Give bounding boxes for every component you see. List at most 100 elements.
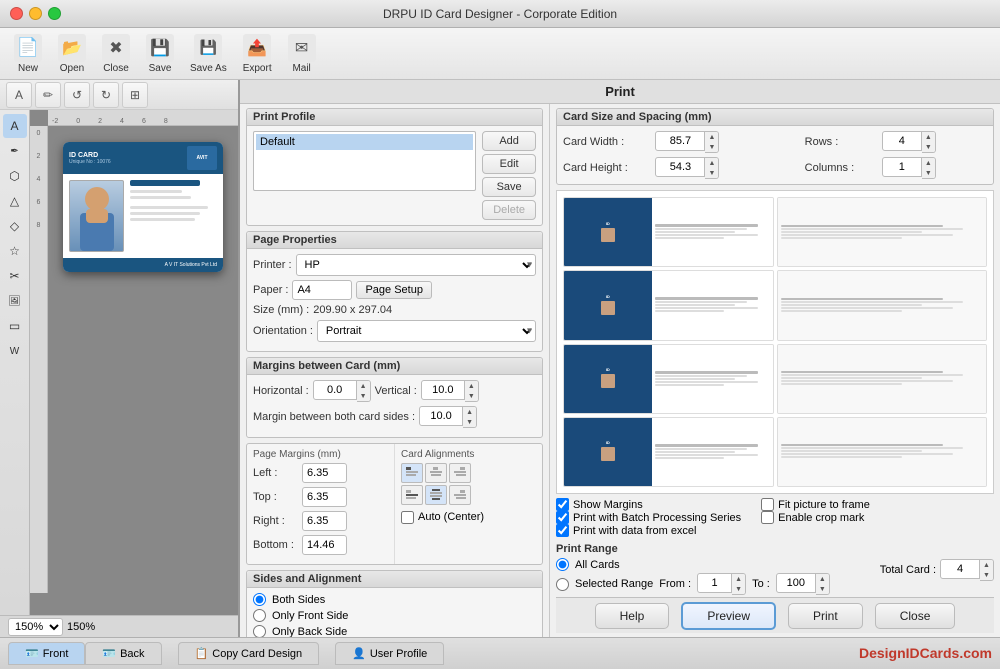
card-width-up[interactable]: ▲ [705,132,718,142]
auto-center-checkbox[interactable] [401,511,414,524]
pm-bottom-input[interactable] [302,535,347,555]
export-button[interactable]: 📤 Export [237,30,278,78]
pm-top-input[interactable] [302,487,347,507]
margin-both-input[interactable] [419,406,463,426]
close-button[interactable]: ✖ Close [96,30,136,78]
card-height-up[interactable]: ▲ [705,158,718,168]
back-tab[interactable]: 🪪 Back [85,642,161,665]
page-setup-button[interactable]: Page Setup [356,281,432,299]
margin-h-input[interactable] [313,380,357,400]
card-width-input[interactable] [655,131,705,151]
image-tool[interactable]: 🖼 [3,289,27,313]
profile-item-default[interactable]: Default [256,134,473,150]
help-button[interactable]: Help [595,603,670,629]
maximize-window-button[interactable] [48,7,61,20]
to-input[interactable] [776,573,816,593]
draw-tool-button[interactable]: ✏ [35,82,61,108]
margin-v-input[interactable] [421,380,465,400]
redo-button[interactable]: ↻ [93,82,119,108]
printer-select[interactable]: HP [296,254,536,276]
save-profile-button[interactable]: Save [482,177,536,197]
margin-both-up[interactable]: ▲ [463,407,476,417]
save-as-button[interactable]: 💾 Save As [184,30,233,78]
delete-profile-button[interactable]: Delete [482,200,536,220]
triangle-tool[interactable]: △ [3,189,27,213]
scissors-tool[interactable]: ✂ [3,264,27,288]
grid-button[interactable]: ⊞ [122,82,148,108]
card4-front-right [652,418,773,486]
pm-top-row: Top : [253,487,388,507]
close-button[interactable]: Close [875,603,956,629]
preview-button[interactable]: Preview [681,602,776,630]
front-tab[interactable]: 🪪 Front [8,642,85,665]
total-up[interactable]: ▲ [980,560,993,570]
card-height-down[interactable]: ▼ [705,168,718,178]
edit-profile-button[interactable]: Edit [482,154,536,174]
text-field-tool[interactable]: W [3,339,27,363]
from-up[interactable]: ▲ [732,574,745,584]
align-mr[interactable] [449,485,471,505]
margin-both-down[interactable]: ▼ [463,417,476,427]
from-down[interactable]: ▼ [732,584,745,594]
rows-input[interactable] [882,131,922,151]
minimize-window-button[interactable] [29,7,42,20]
paper-input[interactable] [292,280,352,300]
card2-front: ID [564,271,773,339]
both-sides-radio[interactable] [253,593,266,606]
orientation-select[interactable]: Portrait Landscape [317,320,536,342]
total-input[interactable] [940,559,980,579]
columns-up[interactable]: ▲ [922,158,935,168]
pm-right-input[interactable] [302,511,347,531]
diamond-tool[interactable]: ◇ [3,214,27,238]
profile-list[interactable]: Default [253,131,476,191]
front-side-radio[interactable] [253,609,266,622]
add-profile-button[interactable]: Add [482,131,536,151]
margin-h-down[interactable]: ▼ [357,391,370,401]
new-button[interactable]: 📄 New [8,30,48,78]
rect-tool[interactable]: ▭ [3,314,27,338]
user-profile-tab[interactable]: 👤 User Profile [335,642,444,665]
shape-tool[interactable]: ⬡ [3,164,27,188]
batch-processing-checkbox[interactable] [556,511,569,524]
star-tool[interactable]: ☆ [3,239,27,263]
close-window-button[interactable] [10,7,23,20]
align-mc[interactable] [425,485,447,505]
align-tr[interactable] [449,463,471,483]
enable-crop-checkbox[interactable] [761,511,774,524]
to-up[interactable]: ▲ [816,574,829,584]
total-down[interactable]: ▼ [980,570,993,580]
all-cards-radio[interactable] [556,558,569,571]
rows-up[interactable]: ▲ [922,132,935,142]
show-margins-checkbox[interactable] [556,498,569,511]
margin-v-up[interactable]: ▲ [465,381,478,391]
data-from-excel-checkbox[interactable] [556,524,569,537]
align-tc[interactable] [425,463,447,483]
undo-button[interactable]: ↺ [64,82,90,108]
rows-down[interactable]: ▼ [922,142,935,152]
columns-down[interactable]: ▼ [922,168,935,178]
print-button[interactable]: Print [788,603,863,629]
card-body [63,174,223,258]
canvas-toolbar: A ✏ ↺ ↻ ⊞ [0,80,238,110]
back-side-radio[interactable] [253,625,266,637]
selected-range-radio[interactable] [556,578,569,591]
columns-input[interactable] [882,157,922,177]
card-width-down[interactable]: ▼ [705,142,718,152]
margin-h-up[interactable]: ▲ [357,381,370,391]
pen-tool[interactable]: ✒ [3,139,27,163]
align-ml[interactable] [401,485,423,505]
select-tool[interactable]: A [3,114,27,138]
to-down[interactable]: ▼ [816,584,829,594]
mail-button[interactable]: ✉ Mail [282,30,322,78]
zoom-select[interactable]: 150% 100% 200% [8,618,63,636]
copy-card-design-tab[interactable]: 📋 Copy Card Design [178,642,320,665]
margin-v-down[interactable]: ▼ [465,391,478,401]
align-tl[interactable] [401,463,423,483]
open-button[interactable]: 📂 Open [52,30,92,78]
from-input[interactable] [697,573,732,593]
card-height-input[interactable] [655,157,705,177]
fit-picture-checkbox[interactable] [761,498,774,511]
text-tool-button[interactable]: A [6,82,32,108]
save-button[interactable]: 💾 Save [140,30,180,78]
pm-left-input[interactable] [302,463,347,483]
